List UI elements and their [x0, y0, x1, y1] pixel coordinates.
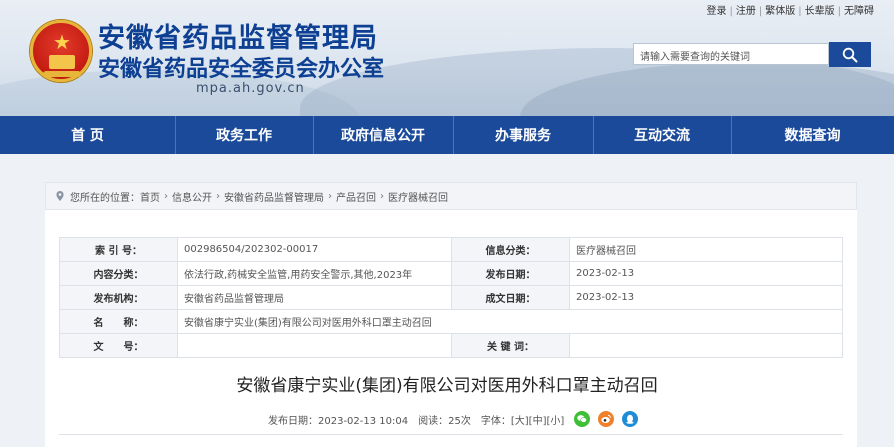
table-row: 索 引 号： 002986504/202302-00017 信息分类： 医疗器械…	[59, 237, 843, 262]
site-title[interactable]: 安徽省药品监督管理局	[98, 16, 378, 55]
site-domain: mpa.ah.gov.cn	[196, 81, 305, 96]
publish-date-label: 发布日期：	[451, 261, 570, 286]
table-row: 文 号： 关 键 词：	[59, 333, 843, 358]
article-meta: 发布日期：2023-02-13 10:04 阅读：25次 字体： [大] [中]…	[268, 411, 639, 427]
info-class-value: 医疗器械召回	[569, 237, 843, 262]
nav-item-information-disclosure[interactable]: 政府信息公开	[313, 116, 453, 154]
name-label: 名 称：	[59, 309, 178, 334]
written-date-label: 成文日期：	[451, 285, 570, 310]
breadcrumb: 您所在的位置： 首页 › 信息公开 › 安徽省药品监督管理局 › 产品召回 › …	[45, 182, 857, 210]
search-icon	[842, 47, 858, 62]
qq-icon	[626, 414, 634, 424]
written-date-value: 2023-02-13	[569, 285, 843, 310]
info-class-label: 信息分类：	[451, 237, 570, 262]
top-links: 登录 | 注册 | 繁体版 | 长辈版 | 无障碍	[706, 6, 875, 17]
breadcrumb-separator: ›	[380, 190, 384, 202]
content-class-label: 内容分类：	[59, 261, 178, 286]
site-header: ★ 安徽省药品监督管理局 安徽省药品安全委员会办公室 mpa.ah.gov.cn…	[0, 0, 894, 116]
font-size-small-button[interactable]: [小]	[546, 412, 564, 427]
publisher-value: 安徽省药品监督管理局	[177, 285, 452, 310]
breadcrumb-item-info-disclosure[interactable]: 信息公开	[172, 189, 212, 204]
wechat-share-button[interactable]	[574, 411, 591, 427]
article-publish-time: 发布日期：2023-02-13 10:04	[268, 415, 409, 427]
qq-share-button[interactable]	[622, 411, 639, 427]
breadcrumb-item-product-recall[interactable]: 产品召回	[336, 189, 376, 204]
table-row: 发布机构： 安徽省药品监督管理局 成文日期： 2023-02-13	[59, 285, 843, 310]
site-subtitle: 安徽省药品安全委员会办公室	[98, 57, 385, 82]
content-class-value: 依法行政,药械安全监管,用药安全警示,其他,2023年	[177, 261, 452, 286]
share-buttons	[574, 411, 639, 427]
breadcrumb-separator: ›	[216, 190, 220, 202]
weibo-share-button[interactable]	[598, 411, 615, 427]
location-icon	[56, 191, 64, 201]
article-views: 阅读：25次	[418, 415, 471, 427]
publisher-label: 发布机构：	[59, 285, 178, 310]
elderly-version-link[interactable]: 长辈版	[805, 6, 835, 17]
breadcrumb-separator: ›	[328, 190, 332, 202]
index-value: 002986504/202302-00017	[177, 237, 452, 262]
keywords-label: 关 键 词：	[451, 333, 570, 358]
table-row: 内容分类： 依法行政,药械安全监管,用药安全警示,其他,2023年 发布日期： …	[59, 261, 843, 286]
national-emblem-icon: ★	[30, 20, 92, 82]
name-value: 安徽省康宁实业(集团)有限公司对医用外科口罩主动召回	[177, 309, 843, 334]
nav-item-services[interactable]: 办事服务	[453, 116, 593, 154]
font-size-label: 字体：	[480, 415, 511, 427]
table-row: 名 称： 安徽省康宁实业(集团)有限公司对医用外科口罩主动召回	[59, 309, 843, 334]
font-size-large-button[interactable]: [大]	[511, 412, 529, 427]
nav-item-data-query[interactable]: 数据查询	[731, 116, 894, 154]
wechat-icon	[577, 415, 588, 423]
breadcrumb-item-bureau[interactable]: 安徽省药品监督管理局	[224, 189, 324, 204]
content-divider	[59, 434, 843, 435]
breadcrumb-item-device-recall[interactable]: 医疗器械召回	[388, 189, 448, 204]
nav-item-interaction[interactable]: 互动交流	[593, 116, 731, 154]
main-nav: 首 页 政务工作 政府信息公开 办事服务 互动交流 数据查询	[0, 116, 894, 154]
login-link[interactable]: 登录	[707, 6, 727, 17]
article-title: 安徽省康宁实业(集团)有限公司对医用外科口罩主动召回	[236, 376, 658, 396]
keywords-value	[569, 333, 843, 358]
weibo-icon	[601, 414, 612, 423]
nav-item-home[interactable]: 首 页	[0, 116, 175, 154]
publish-date-value: 2023-02-13	[569, 261, 843, 286]
breadcrumb-prefix: 您所在的位置：	[70, 192, 140, 204]
register-link[interactable]: 注册	[736, 6, 756, 17]
document-meta-table: 索 引 号： 002986504/202302-00017 信息分类： 医疗器械…	[59, 237, 843, 358]
doc-number-label: 文 号：	[59, 333, 178, 358]
index-label: 索 引 号：	[59, 237, 178, 262]
nav-item-government-work[interactable]: 政务工作	[175, 116, 313, 154]
accessibility-link[interactable]: 无障碍	[844, 6, 874, 17]
breadcrumb-item-home[interactable]: 首页	[140, 189, 160, 204]
traditional-chinese-link[interactable]: 繁体版	[765, 6, 795, 17]
search-input[interactable]: 请输入需要查询的关键词	[633, 43, 829, 65]
font-size-medium-button[interactable]: [中]	[529, 412, 547, 427]
doc-number-value	[177, 333, 452, 358]
search-button[interactable]	[829, 42, 871, 67]
breadcrumb-separator: ›	[164, 190, 168, 202]
